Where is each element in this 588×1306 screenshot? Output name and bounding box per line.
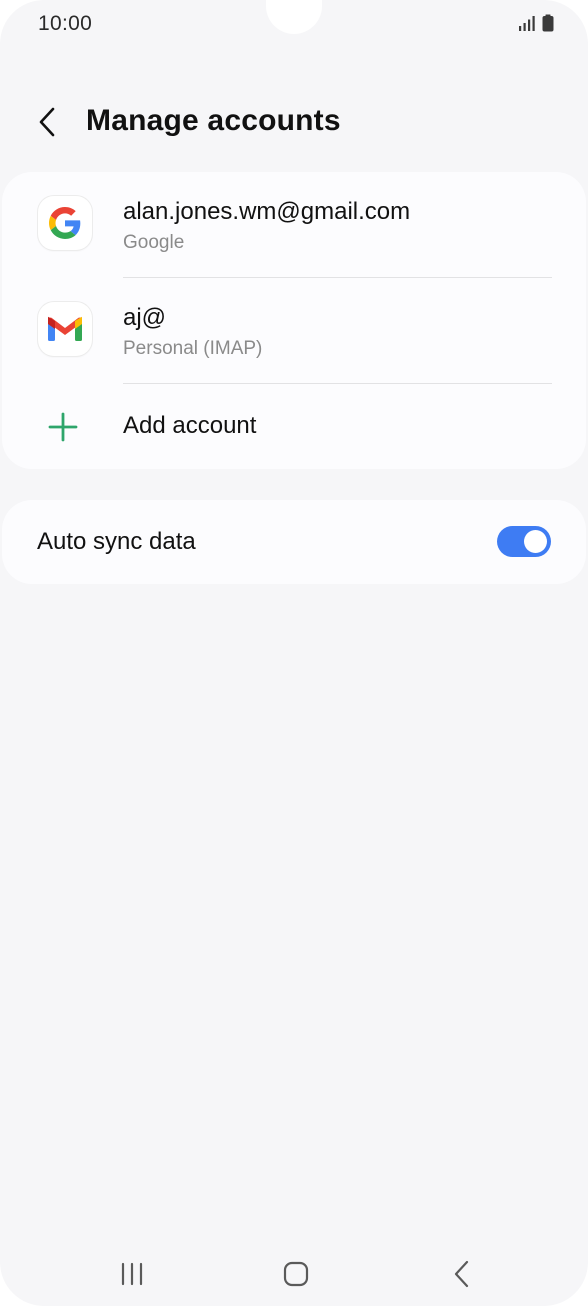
google-icon [38,196,92,250]
home-button[interactable] [266,1254,326,1294]
add-account-button[interactable]: Add account [2,384,586,469]
status-time: 10:00 [38,12,93,35]
plus-icon [48,412,78,442]
auto-sync-card: Auto sync data [2,500,586,584]
back-icon [454,1260,469,1288]
account-row-imap[interactable]: aj@ Personal (IMAP) [2,278,586,384]
add-account-label: Add account [123,412,257,439]
page-title: Manage accounts [86,104,341,137]
recents-button[interactable] [102,1254,162,1294]
phone-screen: 10:00 Manage accounts alan.jones.wm@gmai… [0,0,588,1306]
account-type: Google [123,232,185,253]
status-bar: 10:00 [0,0,588,52]
auto-sync-toggle[interactable] [497,526,551,557]
navigation-bar [0,1240,588,1306]
back-button[interactable] [26,100,70,144]
account-name: alan.jones.wm@gmail.com [123,198,411,225]
account-name: aj@ [123,304,167,331]
nav-back-button[interactable] [432,1254,492,1294]
battery-icon [542,14,554,32]
chevron-left-icon [39,107,55,137]
status-icons [518,14,554,32]
account-row-google[interactable]: alan.jones.wm@gmail.com Google [2,172,586,278]
recents-icon [121,1262,143,1286]
account-type: Personal (IMAP) [123,338,263,359]
toggle-knob [524,530,547,553]
gmail-icon [38,302,92,356]
home-icon [283,1261,309,1287]
page-header: Manage accounts [0,92,588,152]
accounts-card: alan.jones.wm@gmail.com Google aj@ Perso… [2,172,586,469]
camera-notch [266,0,322,34]
signal-icon [519,16,535,31]
auto-sync-label: Auto sync data [37,528,196,555]
